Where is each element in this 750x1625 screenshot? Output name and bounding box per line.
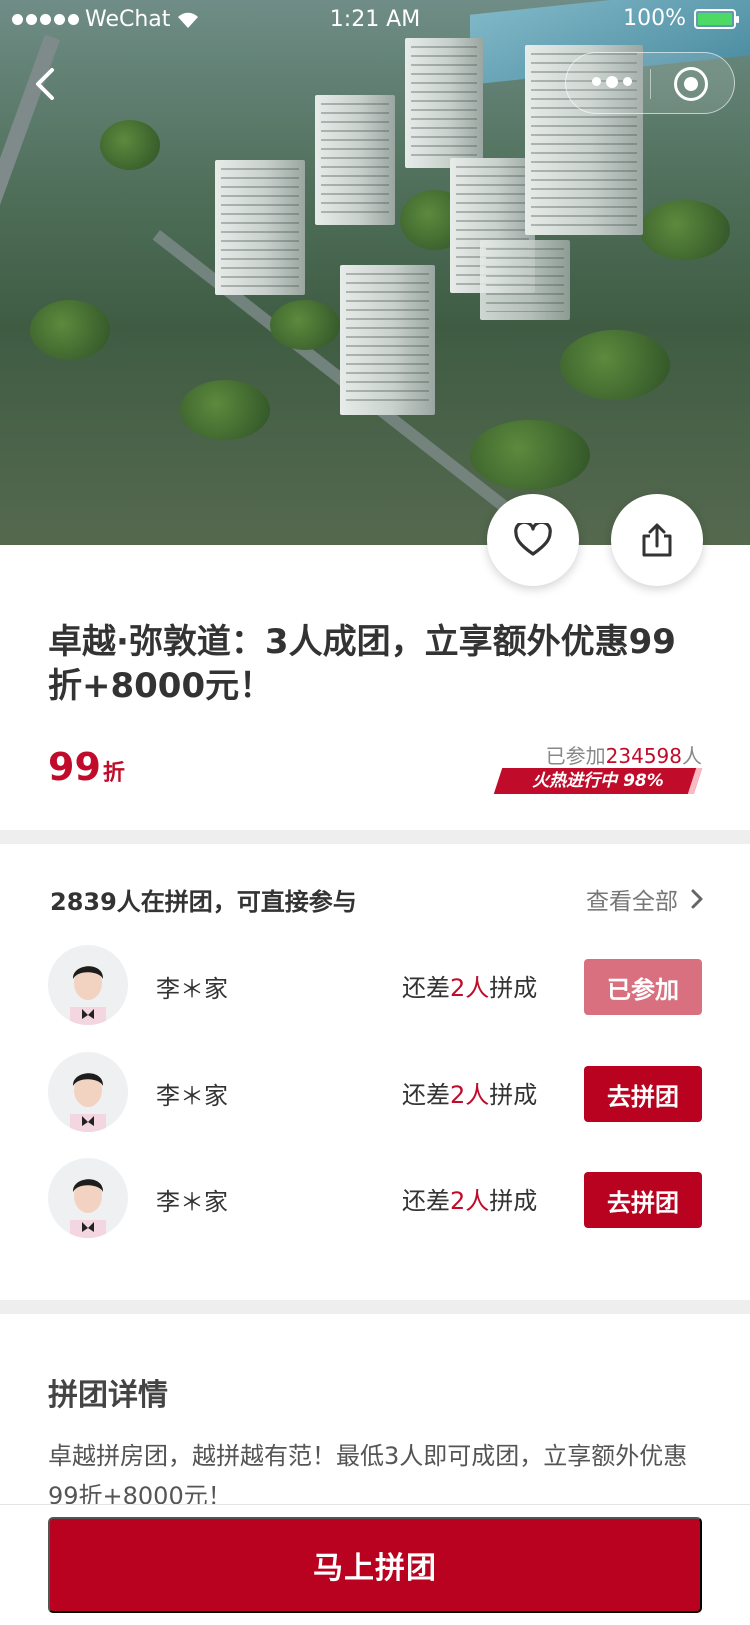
remaining-count: 还差2人拼成 <box>402 1075 537 1110</box>
view-all-label: 查看全部 <box>586 889 678 915</box>
mini-program-capsule <box>565 52 735 114</box>
avatar-portrait <box>70 1073 106 1132</box>
need-suffix: 拼成 <box>489 974 538 1002</box>
joined-number: 234598 <box>605 744 682 768</box>
discount-unit: 折 <box>102 761 125 786</box>
section-divider <box>0 830 750 844</box>
chevron-left-icon <box>36 68 54 100</box>
avatar <box>48 1052 128 1132</box>
join-now-button[interactable]: 马上拼团 <box>48 1517 702 1613</box>
discount-value: 99 <box>48 745 101 789</box>
avatar-portrait <box>70 966 106 1025</box>
details-text: 卓越拼房团，越拼越有范！最低3人即可成团，立享额外优惠99折+8000元！ <box>48 1442 688 1504</box>
groups-header: 2839人在拼团，可直接参与 <box>50 888 357 916</box>
product-title: 卓越·弥敦道：3人成团，立享额外优惠99折+8000元！ <box>48 622 676 706</box>
share-button[interactable] <box>611 494 703 586</box>
battery-percent: 100% <box>623 6 686 31</box>
remaining-count: 还差2人拼成 <box>402 1181 537 1216</box>
share-icon <box>642 523 672 557</box>
group-row: 李＊家 还差2人拼成 去拼团 <box>48 1052 702 1132</box>
hot-label: 火热进行中 98% <box>532 771 664 791</box>
need-prefix: 还差 <box>402 1081 450 1109</box>
group-row: 李＊家 还差2人拼成 已参加 <box>48 945 702 1025</box>
details-heading: 拼团详情 <box>48 1378 168 1413</box>
battery-icon <box>694 8 739 29</box>
avatar <box>48 1158 128 1238</box>
joined-prefix: 已参加 <box>545 744 606 768</box>
chevron-right-icon <box>691 889 703 909</box>
need-prefix: 还差 <box>402 1187 450 1215</box>
need-suffix: 拼成 <box>489 1187 538 1215</box>
view-all-link[interactable]: 查看全部 <box>586 882 704 916</box>
target-circle-icon[interactable] <box>674 67 708 101</box>
joined-suffix: 人 <box>682 744 702 768</box>
hot-progress-badge: 火热进行中 98% <box>493 768 703 794</box>
back-button[interactable] <box>28 62 68 106</box>
group-row: 李＊家 还差2人拼成 去拼团 <box>48 1158 702 1238</box>
need-suffix: 拼成 <box>489 1081 538 1109</box>
joined-button[interactable]: 已参加 <box>584 959 702 1015</box>
remaining-count: 还差2人拼成 <box>402 968 537 1003</box>
status-bar: WeChat 1:21 AM 100% <box>0 0 750 40</box>
need-count: 2人 <box>450 974 490 1002</box>
joined-count: 已参加234598人 <box>546 740 702 769</box>
need-prefix: 还差 <box>402 974 450 1002</box>
group-leader-name: 李＊家 <box>156 1082 228 1110</box>
avatar-portrait <box>70 1179 106 1238</box>
section-divider <box>0 1300 750 1314</box>
discount-price: 99折 <box>48 745 125 789</box>
more-dots-icon[interactable] <box>592 76 632 88</box>
group-leader-name: 李＊家 <box>156 975 228 1003</box>
capsule-divider <box>650 69 651 99</box>
heart-icon <box>514 523 552 556</box>
need-count: 2人 <box>450 1187 490 1215</box>
avatar <box>48 945 128 1025</box>
favorite-button[interactable] <box>487 494 579 586</box>
need-count: 2人 <box>450 1081 490 1109</box>
join-group-button[interactable]: 去拼团 <box>584 1172 702 1228</box>
group-leader-name: 李＊家 <box>156 1188 228 1216</box>
join-group-button[interactable]: 去拼团 <box>584 1066 702 1122</box>
